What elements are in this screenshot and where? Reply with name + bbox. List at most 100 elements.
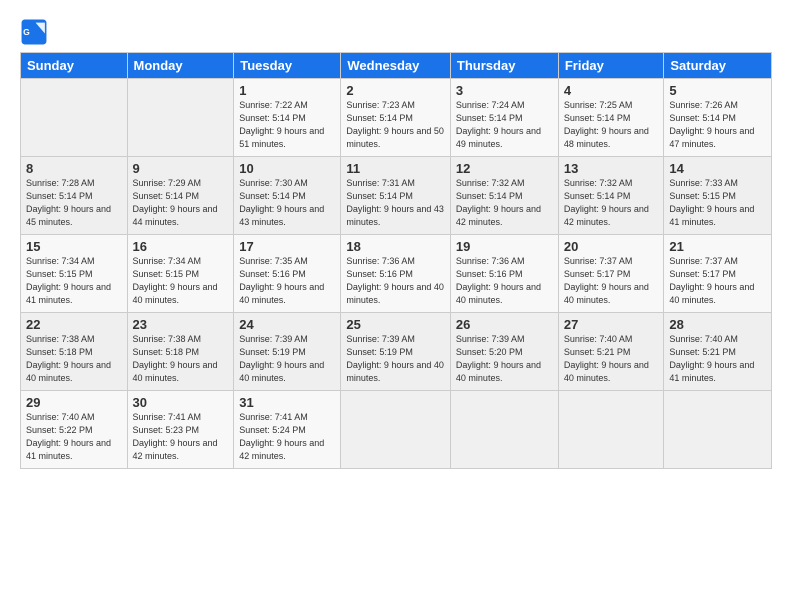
day-number: 22 — [26, 317, 122, 332]
calendar-cell: 13 Sunrise: 7:32 AMSunset: 5:14 PMDaylig… — [558, 157, 664, 235]
weekday-header-thursday: Thursday — [450, 53, 558, 79]
day-number: 12 — [456, 161, 553, 176]
calendar-cell: 24 Sunrise: 7:39 AMSunset: 5:19 PMDaylig… — [234, 313, 341, 391]
day-info: Sunrise: 7:34 AMSunset: 5:15 PMDaylight:… — [133, 256, 218, 305]
day-info: Sunrise: 7:30 AMSunset: 5:14 PMDaylight:… — [239, 178, 324, 227]
calendar-week-1: 1 Sunrise: 7:22 AMSunset: 5:14 PMDayligh… — [21, 79, 772, 157]
calendar-cell: 31 Sunrise: 7:41 AMSunset: 5:24 PMDaylig… — [234, 391, 341, 469]
calendar-cell — [127, 79, 234, 157]
day-info: Sunrise: 7:40 AMSunset: 5:21 PMDaylight:… — [564, 334, 649, 383]
day-info: Sunrise: 7:29 AMSunset: 5:14 PMDaylight:… — [133, 178, 218, 227]
weekday-header-sunday: Sunday — [21, 53, 128, 79]
calendar-table: SundayMondayTuesdayWednesdayThursdayFrid… — [20, 52, 772, 469]
day-number: 28 — [669, 317, 766, 332]
day-number: 17 — [239, 239, 335, 254]
day-number: 21 — [669, 239, 766, 254]
day-info: Sunrise: 7:34 AMSunset: 5:15 PMDaylight:… — [26, 256, 111, 305]
calendar-cell: 16 Sunrise: 7:34 AMSunset: 5:15 PMDaylig… — [127, 235, 234, 313]
day-info: Sunrise: 7:22 AMSunset: 5:14 PMDaylight:… — [239, 100, 324, 149]
calendar-cell: 14 Sunrise: 7:33 AMSunset: 5:15 PMDaylig… — [664, 157, 772, 235]
calendar-cell: 30 Sunrise: 7:41 AMSunset: 5:23 PMDaylig… — [127, 391, 234, 469]
calendar-cell: 28 Sunrise: 7:40 AMSunset: 5:21 PMDaylig… — [664, 313, 772, 391]
day-number: 24 — [239, 317, 335, 332]
calendar-cell: 4 Sunrise: 7:25 AMSunset: 5:14 PMDayligh… — [558, 79, 664, 157]
calendar-cell: 18 Sunrise: 7:36 AMSunset: 5:16 PMDaylig… — [341, 235, 451, 313]
day-info: Sunrise: 7:32 AMSunset: 5:14 PMDaylight:… — [456, 178, 541, 227]
day-info: Sunrise: 7:36 AMSunset: 5:16 PMDaylight:… — [456, 256, 541, 305]
day-number: 23 — [133, 317, 229, 332]
calendar-cell: 11 Sunrise: 7:31 AMSunset: 5:14 PMDaylig… — [341, 157, 451, 235]
day-info: Sunrise: 7:24 AMSunset: 5:14 PMDaylight:… — [456, 100, 541, 149]
day-number: 26 — [456, 317, 553, 332]
day-info: Sunrise: 7:31 AMSunset: 5:14 PMDaylight:… — [346, 178, 444, 227]
day-number: 25 — [346, 317, 445, 332]
day-info: Sunrise: 7:36 AMSunset: 5:16 PMDaylight:… — [346, 256, 444, 305]
day-number: 4 — [564, 83, 659, 98]
day-number: 3 — [456, 83, 553, 98]
weekday-header-row: SundayMondayTuesdayWednesdayThursdayFrid… — [21, 53, 772, 79]
calendar-cell: 25 Sunrise: 7:39 AMSunset: 5:19 PMDaylig… — [341, 313, 451, 391]
day-number: 27 — [564, 317, 659, 332]
day-number: 9 — [133, 161, 229, 176]
calendar-week-4: 22 Sunrise: 7:38 AMSunset: 5:18 PMDaylig… — [21, 313, 772, 391]
day-number: 15 — [26, 239, 122, 254]
calendar-cell: 20 Sunrise: 7:37 AMSunset: 5:17 PMDaylig… — [558, 235, 664, 313]
weekday-header-friday: Friday — [558, 53, 664, 79]
day-info: Sunrise: 7:41 AMSunset: 5:23 PMDaylight:… — [133, 412, 218, 461]
day-info: Sunrise: 7:39 AMSunset: 5:20 PMDaylight:… — [456, 334, 541, 383]
calendar-cell: 8 Sunrise: 7:28 AMSunset: 5:14 PMDayligh… — [21, 157, 128, 235]
calendar-cell: 26 Sunrise: 7:39 AMSunset: 5:20 PMDaylig… — [450, 313, 558, 391]
calendar-cell: 22 Sunrise: 7:38 AMSunset: 5:18 PMDaylig… — [21, 313, 128, 391]
day-number: 5 — [669, 83, 766, 98]
day-number: 30 — [133, 395, 229, 410]
day-number: 18 — [346, 239, 445, 254]
logo: G — [20, 18, 52, 46]
calendar-cell: 12 Sunrise: 7:32 AMSunset: 5:14 PMDaylig… — [450, 157, 558, 235]
svg-text:G: G — [23, 27, 30, 37]
calendar-cell: 3 Sunrise: 7:24 AMSunset: 5:14 PMDayligh… — [450, 79, 558, 157]
calendar-cell: 5 Sunrise: 7:26 AMSunset: 5:14 PMDayligh… — [664, 79, 772, 157]
calendar-week-5: 29 Sunrise: 7:40 AMSunset: 5:22 PMDaylig… — [21, 391, 772, 469]
day-number: 29 — [26, 395, 122, 410]
calendar-cell — [21, 79, 128, 157]
day-info: Sunrise: 7:32 AMSunset: 5:14 PMDaylight:… — [564, 178, 649, 227]
day-number: 13 — [564, 161, 659, 176]
calendar-week-3: 15 Sunrise: 7:34 AMSunset: 5:15 PMDaylig… — [21, 235, 772, 313]
day-info: Sunrise: 7:28 AMSunset: 5:14 PMDaylight:… — [26, 178, 111, 227]
weekday-header-wednesday: Wednesday — [341, 53, 451, 79]
calendar-cell — [558, 391, 664, 469]
day-info: Sunrise: 7:23 AMSunset: 5:14 PMDaylight:… — [346, 100, 444, 149]
calendar-cell: 27 Sunrise: 7:40 AMSunset: 5:21 PMDaylig… — [558, 313, 664, 391]
calendar-cell — [341, 391, 451, 469]
calendar-cell: 29 Sunrise: 7:40 AMSunset: 5:22 PMDaylig… — [21, 391, 128, 469]
day-info: Sunrise: 7:37 AMSunset: 5:17 PMDaylight:… — [669, 256, 754, 305]
day-number: 2 — [346, 83, 445, 98]
day-number: 10 — [239, 161, 335, 176]
calendar-cell: 1 Sunrise: 7:22 AMSunset: 5:14 PMDayligh… — [234, 79, 341, 157]
calendar-body: 1 Sunrise: 7:22 AMSunset: 5:14 PMDayligh… — [21, 79, 772, 469]
day-info: Sunrise: 7:39 AMSunset: 5:19 PMDaylight:… — [239, 334, 324, 383]
weekday-header-monday: Monday — [127, 53, 234, 79]
header: G — [20, 18, 772, 46]
day-info: Sunrise: 7:38 AMSunset: 5:18 PMDaylight:… — [133, 334, 218, 383]
day-number: 31 — [239, 395, 335, 410]
calendar-cell: 15 Sunrise: 7:34 AMSunset: 5:15 PMDaylig… — [21, 235, 128, 313]
calendar-cell: 21 Sunrise: 7:37 AMSunset: 5:17 PMDaylig… — [664, 235, 772, 313]
day-info: Sunrise: 7:40 AMSunset: 5:21 PMDaylight:… — [669, 334, 754, 383]
calendar-cell: 19 Sunrise: 7:36 AMSunset: 5:16 PMDaylig… — [450, 235, 558, 313]
calendar-cell: 10 Sunrise: 7:30 AMSunset: 5:14 PMDaylig… — [234, 157, 341, 235]
day-info: Sunrise: 7:39 AMSunset: 5:19 PMDaylight:… — [346, 334, 444, 383]
day-number: 19 — [456, 239, 553, 254]
day-number: 8 — [26, 161, 122, 176]
day-info: Sunrise: 7:38 AMSunset: 5:18 PMDaylight:… — [26, 334, 111, 383]
calendar-week-2: 8 Sunrise: 7:28 AMSunset: 5:14 PMDayligh… — [21, 157, 772, 235]
day-info: Sunrise: 7:25 AMSunset: 5:14 PMDaylight:… — [564, 100, 649, 149]
day-number: 11 — [346, 161, 445, 176]
day-info: Sunrise: 7:26 AMSunset: 5:14 PMDaylight:… — [669, 100, 754, 149]
calendar-cell — [450, 391, 558, 469]
day-number: 14 — [669, 161, 766, 176]
calendar-cell: 17 Sunrise: 7:35 AMSunset: 5:16 PMDaylig… — [234, 235, 341, 313]
day-info: Sunrise: 7:35 AMSunset: 5:16 PMDaylight:… — [239, 256, 324, 305]
calendar-cell: 23 Sunrise: 7:38 AMSunset: 5:18 PMDaylig… — [127, 313, 234, 391]
calendar-cell: 9 Sunrise: 7:29 AMSunset: 5:14 PMDayligh… — [127, 157, 234, 235]
